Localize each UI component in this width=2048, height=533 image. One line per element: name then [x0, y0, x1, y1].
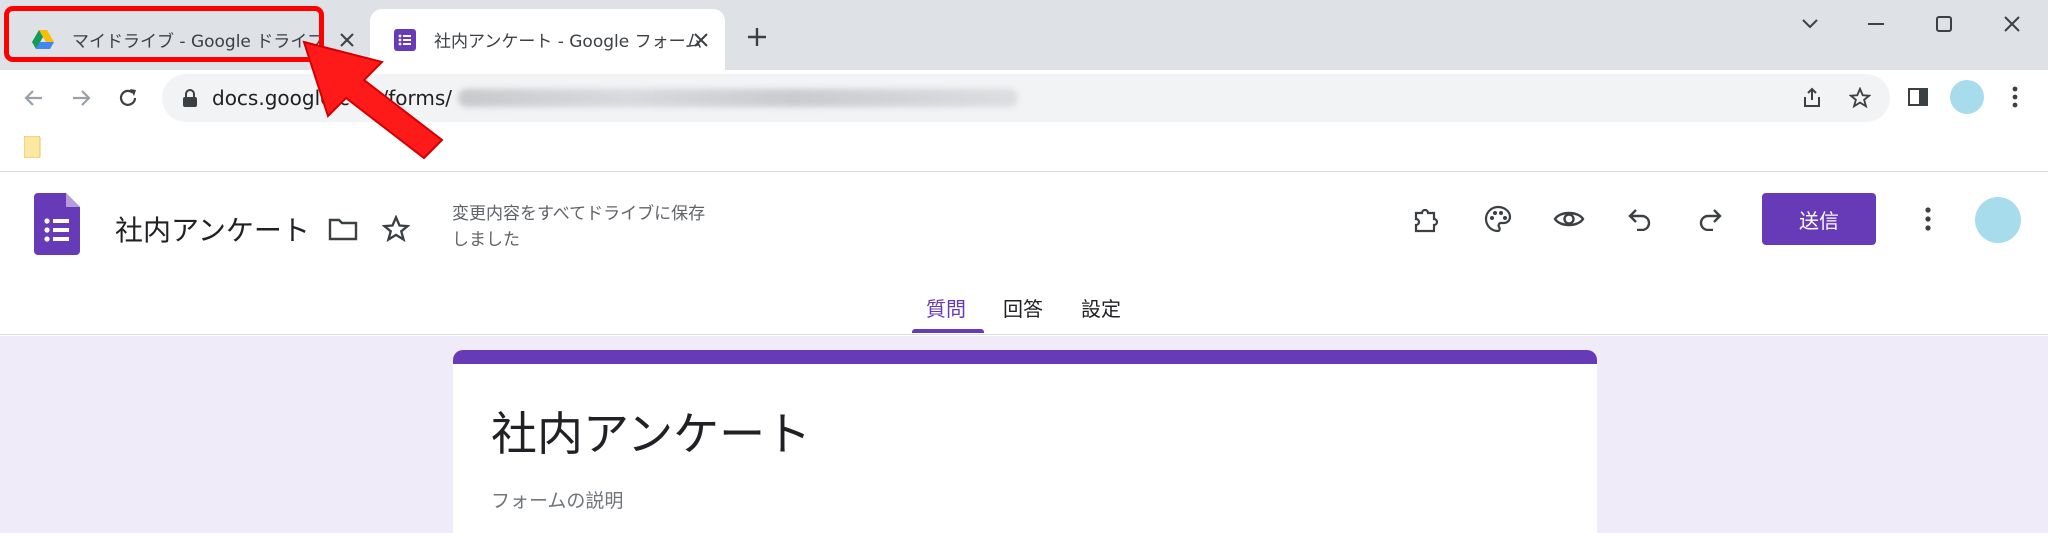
tab-settings[interactable]: 設定: [1081, 293, 1121, 322]
lock-icon[interactable]: [180, 88, 200, 108]
bookmark-star-icon[interactable]: [1848, 86, 1872, 110]
document-title[interactable]: 社内アンケート: [115, 209, 310, 249]
back-button[interactable]: [20, 84, 48, 112]
blurred-url: [458, 89, 1019, 107]
tab-search-icon[interactable]: [1798, 12, 1822, 36]
redo-icon[interactable]: [1694, 203, 1726, 235]
profile-avatar[interactable]: [1950, 80, 1984, 114]
tab-responses[interactable]: 回答: [1003, 293, 1043, 322]
save-status: 変更内容をすべてドライブに保存しました: [452, 204, 706, 250]
google-forms-logo-icon[interactable]: [34, 193, 80, 255]
forms-header: 社内アンケート 変更内容をすべてドライブに保存しました 送信 質問 回答 設定: [0, 173, 2048, 335]
form-editor-area: 社内アンケート フォームの説明: [0, 336, 2048, 533]
screen: マイドライブ - Google ドライブ 社内アンケート - Google フォ…: [0, 0, 2048, 533]
close-icon[interactable]: [690, 29, 712, 51]
active-tab-indicator: [912, 329, 984, 333]
close-window-icon[interactable]: [2000, 12, 2024, 36]
chrome-menu-icon[interactable]: [2002, 84, 2028, 110]
star-icon[interactable]: [380, 213, 412, 245]
forward-arrow-icon: [73, 90, 91, 106]
folder-icon[interactable]: [327, 213, 359, 245]
form-description-field[interactable]: フォームの説明: [491, 486, 623, 513]
highlight-box: [4, 6, 324, 62]
form-tabs: 質問 回答 設定: [0, 281, 2048, 335]
palette-icon[interactable]: [1482, 203, 1514, 235]
tab-title: 社内アンケート - Google フォーム: [434, 32, 703, 52]
more-options-icon[interactable]: [1912, 203, 1944, 235]
plus-icon: [748, 28, 766, 46]
new-tab-button[interactable]: [744, 24, 770, 50]
forward-button[interactable]: [67, 84, 95, 112]
form-header-card[interactable]: 社内アンケート フォームの説明: [453, 350, 1597, 533]
account-avatar[interactable]: [1975, 197, 2021, 243]
undo-icon[interactable]: [1624, 203, 1656, 235]
card-accent-bar: [453, 350, 1597, 364]
reload-icon: [119, 89, 137, 106]
minimize-icon[interactable]: [1864, 12, 1888, 36]
preview-eye-icon[interactable]: [1553, 203, 1585, 235]
back-arrow-icon: [24, 90, 42, 106]
side-panel-icon[interactable]: [1905, 84, 1931, 110]
addons-puzzle-icon[interactable]: [1410, 203, 1442, 235]
send-button[interactable]: 送信: [1762, 193, 1876, 245]
reload-button[interactable]: [114, 84, 142, 112]
tab-questions[interactable]: 質問: [926, 293, 966, 322]
pointer-arrow-icon: [302, 40, 444, 160]
form-title[interactable]: 社内アンケート: [491, 398, 811, 464]
share-icon[interactable]: [1800, 86, 1824, 110]
maximize-icon[interactable]: [1932, 12, 1956, 36]
bookmark-folder-icon[interactable]: [24, 136, 44, 158]
